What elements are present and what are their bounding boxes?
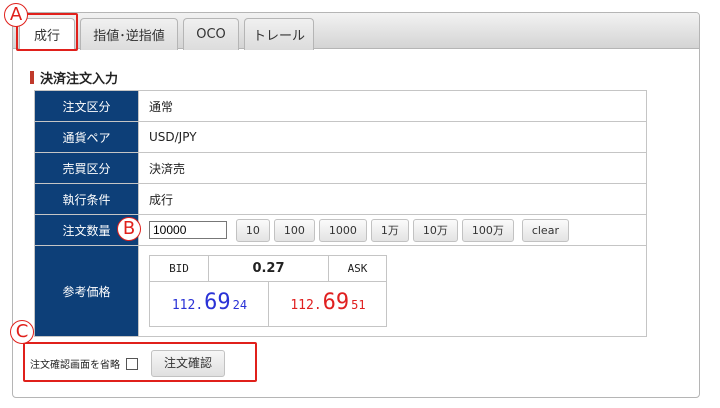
side-value: 決済売 xyxy=(138,152,647,184)
spread-value: 0.27 xyxy=(252,261,285,276)
annotation-marker-b: B xyxy=(117,217,141,241)
ask-price[interactable]: 112. 69 51 xyxy=(269,282,386,326)
reference-price-label: 参考価格 xyxy=(34,245,139,337)
qty-100-button[interactable]: 100 xyxy=(273,218,315,242)
form-row-reference-price: 参考価格 BID 0.27 ASK 112. 69 24 112. 69 51 xyxy=(34,245,647,337)
bid-price[interactable]: 112. 69 24 xyxy=(150,282,268,326)
qty-clear-button[interactable]: clear xyxy=(521,218,569,242)
execution-label: 執行条件 xyxy=(34,183,139,215)
quantity-input[interactable] xyxy=(149,221,227,239)
section-title-text: 決済注文入力 xyxy=(40,72,119,87)
form-row-execution: 執行条件 成行 xyxy=(34,183,647,215)
currency-pair-label: 通貨ペア xyxy=(34,121,139,153)
annotation-marker-a: A xyxy=(4,3,28,27)
ask-price-big: 69 xyxy=(322,290,350,315)
tab-limit-stop[interactable]: 指値･逆指値 xyxy=(80,18,178,50)
form-row-order-type: 注文区分 通常 xyxy=(34,90,647,122)
highlight-box-c xyxy=(23,342,257,382)
bid-label: BID xyxy=(169,262,189,275)
form-row-side: 売買区分 決済売 xyxy=(34,152,647,184)
qty-1000-button[interactable]: 1000 xyxy=(318,218,367,242)
bid-price-head: 112. xyxy=(171,298,204,313)
order-type-value: 通常 xyxy=(138,90,647,122)
bid-price-tail: 24 xyxy=(232,298,248,312)
order-form-table: 注文区分 通常 通貨ペア USD/JPY 売買区分 決済売 執行条件 成行 注文… xyxy=(34,90,647,337)
section-title: 決済注文入力 xyxy=(30,68,118,87)
ask-price-tail: 51 xyxy=(351,298,366,312)
form-row-currency-pair: 通貨ペア USD/JPY xyxy=(34,121,647,153)
tab-bar: 成行 指値･逆指値 OCO トレール xyxy=(13,13,699,50)
qty-1m-button[interactable]: 100万 xyxy=(461,218,514,242)
bid-price-big: 69 xyxy=(204,290,231,315)
reference-price-cell: BID 0.27 ASK 112. 69 24 112. 69 51 xyxy=(138,245,647,337)
ask-price-head: 112. xyxy=(290,298,322,313)
order-type-label: 注文区分 xyxy=(34,90,139,122)
qty-100k-button[interactable]: 10万 xyxy=(412,218,458,242)
qty-10k-button[interactable]: 1万 xyxy=(370,218,409,242)
qty-10-button[interactable]: 10 xyxy=(235,218,270,242)
section-title-bar xyxy=(30,71,34,84)
quantity-cell: 1010010001万10万100万 clear xyxy=(138,214,647,246)
quote-header: BID 0.27 ASK xyxy=(150,256,386,282)
side-label: 売買区分 xyxy=(34,152,139,184)
tab-trail[interactable]: トレール xyxy=(244,18,314,50)
ask-label: ASK xyxy=(347,262,368,275)
currency-pair-value: USD/JPY xyxy=(138,121,647,153)
tab-oco[interactable]: OCO xyxy=(183,18,239,50)
price-quote-box: BID 0.27 ASK 112. 69 24 112. 69 51 xyxy=(149,255,387,327)
execution-value: 成行 xyxy=(138,183,647,215)
annotation-marker-c: C xyxy=(10,320,34,344)
